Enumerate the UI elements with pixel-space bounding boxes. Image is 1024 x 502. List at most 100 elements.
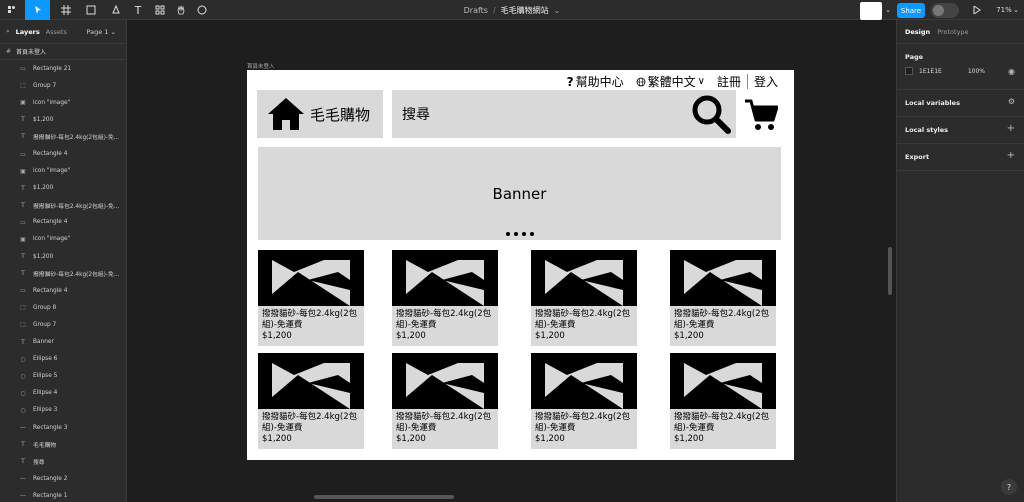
layer-row[interactable]: ▭ Rectangle 4	[0, 214, 126, 231]
layer-label: $1,200	[33, 253, 54, 260]
shape-tool-icon[interactable]	[80, 0, 102, 20]
product-card[interactable]: 撥撥貓砂-每包2.4kg(2包組)-免運費 $1,200	[392, 250, 498, 346]
language-selector[interactable]: 繁體中文 ∨	[630, 73, 711, 90]
layer-row[interactable]: ○ Ellipse 4	[0, 385, 126, 402]
banner-dot[interactable]	[513, 232, 518, 236]
share-button[interactable]: Share	[897, 3, 925, 18]
text-tool-icon[interactable]: T	[130, 0, 146, 20]
register-link[interactable]: 註冊	[711, 73, 747, 90]
add-style-icon[interactable]: +	[1007, 124, 1015, 134]
help-center-link[interactable]: ? 幫助中心	[561, 73, 630, 90]
top-nav: ? 幫助中心 繁體中文 ∨ 註冊 登入	[561, 73, 784, 90]
layer-row[interactable]: T 撥撥貓砂-每包2.4kg(2包組)-免...	[0, 197, 126, 214]
page-selector[interactable]: Page 1 ⌄	[87, 28, 116, 36]
hand-tool-icon[interactable]	[173, 0, 189, 20]
language-label: 繁體中文	[647, 75, 696, 89]
tab-prototype[interactable]: Prototype	[937, 28, 968, 36]
layer-row[interactable]: ⬚ Group 7	[0, 316, 126, 333]
tab-assets[interactable]: Assets	[46, 28, 67, 36]
layer-row[interactable]: T 撥撥貓砂-每包2.4kg(2包組)-免...	[0, 265, 126, 282]
logo[interactable]: 毛毛購物	[257, 90, 383, 138]
layer-label: Rectangle 4	[33, 287, 68, 294]
product-name: 撥撥貓砂-每包2.4kg(2包組)-免運費	[262, 309, 358, 330]
banner-text: Banner	[492, 184, 547, 203]
layer-row[interactable]: ○ Ellipse 5	[0, 368, 126, 385]
eye-icon[interactable]: ◉	[1008, 67, 1015, 76]
layer-row[interactable]: T Banner	[0, 334, 126, 351]
horizontal-scrollbar[interactable]	[314, 495, 454, 499]
tab-design[interactable]: Design	[905, 28, 930, 36]
tab-layers[interactable]: Layers	[16, 28, 40, 36]
layer-row[interactable]: — Rectangle 1	[0, 487, 126, 502]
layer-row[interactable]: ⬚ Group 7	[0, 77, 126, 94]
product-card[interactable]: 撥撥貓砂-每包2.4kg(2包組)-免運費 $1,200	[670, 250, 776, 346]
layer-ellipse-icon: ○	[20, 389, 26, 397]
breadcrumb-drafts[interactable]: Drafts	[464, 6, 488, 15]
local-variables-heading[interactable]: Local variables	[905, 90, 1016, 116]
present-icon[interactable]	[970, 0, 984, 20]
layer-row[interactable]: ▭ Rectangle 21	[0, 60, 126, 77]
product-card[interactable]: 撥撥貓砂-每包2.4kg(2包組)-免運費 $1,200	[531, 250, 637, 346]
vertical-scrollbar[interactable]	[888, 247, 892, 295]
chevron-down-icon[interactable]: ⌄	[554, 6, 561, 15]
components-icon[interactable]	[152, 0, 168, 20]
comment-tool-icon[interactable]	[194, 0, 210, 20]
layer-row[interactable]: ▣ icon "image"	[0, 163, 126, 180]
move-tool-icon[interactable]	[25, 0, 50, 20]
dev-mode-toggle[interactable]	[931, 3, 959, 18]
layer-row[interactable]: T $1,200	[0, 111, 126, 128]
layer-row[interactable]: ▭ Rectangle 4	[0, 145, 126, 162]
search-icon[interactable]	[690, 93, 732, 135]
layer-label: 撥撥貓砂-每包2.4kg(2包組)-免...	[33, 135, 120, 142]
zoom-chevron-icon[interactable]: ⌄	[1012, 0, 1020, 20]
layer-row[interactable]: ▭ Rectangle 4	[0, 282, 126, 299]
layer-ellipse-icon: ○	[20, 372, 26, 380]
pen-tool-icon[interactable]	[105, 0, 127, 20]
layer-row[interactable]: — Rectangle 2	[0, 470, 126, 487]
layer-row[interactable]: T $1,200	[0, 248, 126, 265]
layer-row[interactable]: T 搜尋	[0, 453, 126, 470]
cart-icon[interactable]	[744, 98, 778, 132]
layer-row[interactable]: ○ Ellipse 6	[0, 351, 126, 368]
page-color-value[interactable]: 1E1E1E	[919, 68, 942, 75]
layer-row[interactable]: T $1,200	[0, 180, 126, 197]
page-fill-row[interactable]: 1E1E1E 100% ◉	[905, 64, 1016, 78]
product-card[interactable]: 撥撥貓砂-每包2.4kg(2包組)-免運費 $1,200	[258, 250, 364, 346]
product-card[interactable]: 撥撥貓砂-每包2.4kg(2包組)-免運費 $1,200	[392, 353, 498, 449]
product-card[interactable]: 撥撥貓砂-每包2.4kg(2包組)-免運費 $1,200	[531, 353, 637, 449]
layer-text-icon: T	[21, 133, 25, 141]
banner-dot[interactable]	[505, 232, 510, 236]
search-icon[interactable]: ⌕	[6, 27, 10, 36]
search-input[interactable]: 搜尋	[392, 90, 736, 138]
layer-row[interactable]: T 撥撥貓砂-每包2.4kg(2包組)-免...	[0, 128, 126, 145]
settings-icon[interactable]: ⚙	[1008, 97, 1015, 107]
local-variables-section: Local variables ⚙	[897, 90, 1024, 117]
avatar-chevron-icon[interactable]: ⌄	[883, 0, 893, 20]
page-color-swatch[interactable]	[905, 67, 913, 75]
login-link[interactable]: 登入	[748, 73, 784, 90]
layer-row[interactable]: ▣ icon "image"	[0, 94, 126, 111]
homepage-frame[interactable]: ? 幫助中心 繁體中文 ∨ 註冊 登入 毛毛購物 搜尋 Banner 撥撥貓砂-…	[247, 70, 794, 460]
layer-row[interactable]: ▣ icon "image"	[0, 231, 126, 248]
banner[interactable]: Banner	[258, 147, 781, 240]
frame-tool-icon[interactable]	[55, 0, 77, 20]
main-menu-icon[interactable]	[2, 0, 22, 20]
layer-row[interactable]: T 毛毛購物	[0, 436, 126, 453]
frame-label[interactable]: 首頁未登入	[247, 62, 275, 70]
help-button[interactable]: ?	[1001, 479, 1017, 495]
banner-dot[interactable]	[521, 232, 526, 236]
layer-row[interactable]: — Rectangle 3	[0, 419, 126, 436]
layer-group-icon: ⬚	[20, 304, 26, 312]
product-card[interactable]: 撥撥貓砂-每包2.4kg(2包組)-免運費 $1,200	[670, 353, 776, 449]
image-placeholder-icon	[258, 363, 350, 409]
file-name[interactable]: 毛毛購物網站	[501, 5, 549, 16]
user-avatar[interactable]	[860, 2, 882, 20]
zoom-level[interactable]: 71%	[995, 0, 1013, 20]
banner-dot[interactable]	[529, 232, 534, 236]
page-opacity-value[interactable]: 100%	[968, 68, 985, 75]
layer-row[interactable]: ⬚ Group 8	[0, 299, 126, 316]
product-card[interactable]: 撥撥貓砂-每包2.4kg(2包組)-免運費 $1,200	[258, 353, 364, 449]
add-export-icon[interactable]: +	[1007, 151, 1015, 161]
layer-row[interactable]: ○ Ellipse 3	[0, 402, 126, 419]
page-row[interactable]: # 首頁未登入	[0, 44, 126, 60]
